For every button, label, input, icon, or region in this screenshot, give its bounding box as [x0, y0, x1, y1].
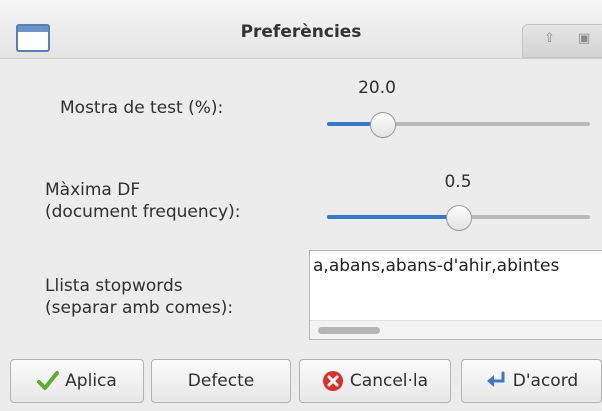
up-arrow-icon[interactable]: ⇧	[544, 31, 555, 46]
stopwords-label-line1: Llista stopwords	[45, 276, 183, 296]
slider-handle[interactable]	[369, 112, 396, 138]
preferences-window: Preferències ⇧ ▣ Mostra de test (%): 20.…	[0, 0, 602, 411]
test-sample-slider[interactable]	[327, 112, 590, 138]
cancel-button[interactable]: Cancel·la	[299, 359, 451, 403]
max-df-label-line2: (document frequency):	[45, 202, 241, 222]
slider-fill	[327, 215, 459, 219]
ok-label: D'acord	[512, 371, 579, 391]
window-title: Preferències	[240, 22, 362, 42]
checkmark-icon	[37, 371, 60, 390]
title-bar[interactable]: Preferències ⇧ ▣	[0, 0, 602, 59]
cancel-label: Cancel·la	[349, 371, 429, 391]
default-label: Defecte	[187, 371, 255, 391]
cancel-icon	[322, 371, 343, 391]
ok-arrow-icon	[486, 371, 505, 387]
max-df-value: 0.5	[444, 172, 472, 192]
horizontal-scrollbar[interactable]	[310, 320, 602, 339]
maximize-icon[interactable]: ▣	[578, 31, 590, 46]
apply-button[interactable]: Aplica	[10, 359, 144, 403]
stopwords-text: a,abans,abans-d'ahir,abintes	[313, 256, 560, 276]
apply-label: Aplica	[65, 371, 117, 391]
default-button[interactable]: Defecte	[151, 359, 291, 403]
stopwords-label-line2: (separar amb comes):	[45, 298, 234, 318]
max-df-label-line1: Màxima DF	[45, 180, 141, 200]
window-controls: ⇧ ▣	[522, 24, 602, 58]
ok-button[interactable]: D'acord	[461, 359, 602, 403]
slider-handle[interactable]	[445, 205, 472, 231]
test-sample-label: Mostra de test (%):	[60, 98, 224, 118]
scrollbar-thumb[interactable]	[318, 327, 380, 334]
max-df-slider[interactable]	[327, 205, 590, 231]
test-sample-value: 20.0	[358, 78, 396, 98]
stopwords-textarea[interactable]: a,abans,abans-d'ahir,abintes	[309, 250, 602, 340]
